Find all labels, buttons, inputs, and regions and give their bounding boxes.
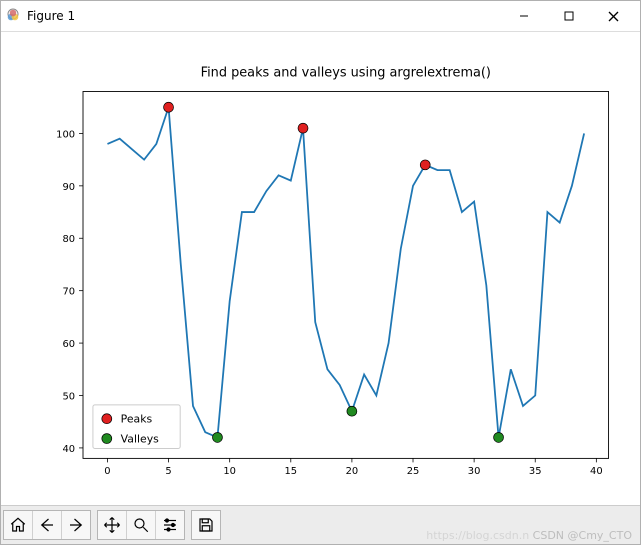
svg-text:50: 50 (62, 391, 75, 402)
figure-window: Figure 1 Find peaks and valleys using ar… (0, 0, 641, 545)
close-button[interactable] (591, 2, 636, 30)
legend-label: Valleys (121, 433, 159, 446)
svg-text:35: 35 (529, 466, 542, 477)
back-button[interactable] (33, 511, 62, 539)
valley-marker (347, 406, 357, 416)
chart-title: Find peaks and valleys using argrelextre… (201, 66, 491, 81)
legend-label: Peaks (121, 413, 153, 426)
svg-text:30: 30 (468, 466, 481, 477)
matplotlib-toolbar: https://blog.csdn.n CSDN @Cmy_CTO (1, 505, 640, 544)
titlebar: Figure 1 (1, 1, 640, 32)
axes-box (83, 91, 609, 458)
watermark: https://blog.csdn.n CSDN @Cmy_CTO (426, 529, 632, 542)
valley-marker (212, 432, 222, 442)
svg-text:25: 25 (407, 466, 420, 477)
svg-text:20: 20 (346, 466, 359, 477)
valley-marker (494, 432, 504, 442)
save-button[interactable] (192, 511, 220, 539)
app-icon (5, 8, 21, 24)
legend: Peaks Valleys (93, 405, 180, 449)
watermark-text: CSDN @Cmy_CTO (533, 529, 632, 542)
forward-button[interactable] (62, 511, 90, 539)
svg-text:60: 60 (62, 339, 75, 350)
data-line (107, 107, 584, 437)
maximize-button[interactable] (546, 2, 591, 30)
svg-text:40: 40 (62, 444, 75, 455)
peak-marker (164, 102, 174, 112)
svg-text:10: 10 (223, 466, 236, 477)
minimize-button[interactable] (501, 2, 546, 30)
home-button[interactable] (4, 511, 33, 539)
configure-subplots-button[interactable] (156, 511, 184, 539)
svg-text:90: 90 (62, 182, 75, 193)
svg-text:70: 70 (62, 287, 75, 298)
pan-button[interactable] (98, 511, 127, 539)
figure-canvas: Find peaks and valleys using argrelextre… (1, 32, 640, 505)
svg-text:40: 40 (590, 466, 603, 477)
chart-svg: Find peaks and valleys using argrelextre… (1, 32, 640, 505)
svg-text:80: 80 (62, 234, 75, 245)
window-title: Figure 1 (27, 9, 75, 23)
svg-text:15: 15 (284, 466, 297, 477)
peak-marker (420, 160, 430, 170)
svg-text:0: 0 (104, 466, 110, 477)
peak-marker (298, 123, 308, 133)
zoom-button[interactable] (127, 511, 156, 539)
svg-text:100: 100 (56, 129, 75, 140)
svg-text:5: 5 (165, 466, 171, 477)
watermark-faded: https://blog.csdn.n (426, 529, 529, 542)
